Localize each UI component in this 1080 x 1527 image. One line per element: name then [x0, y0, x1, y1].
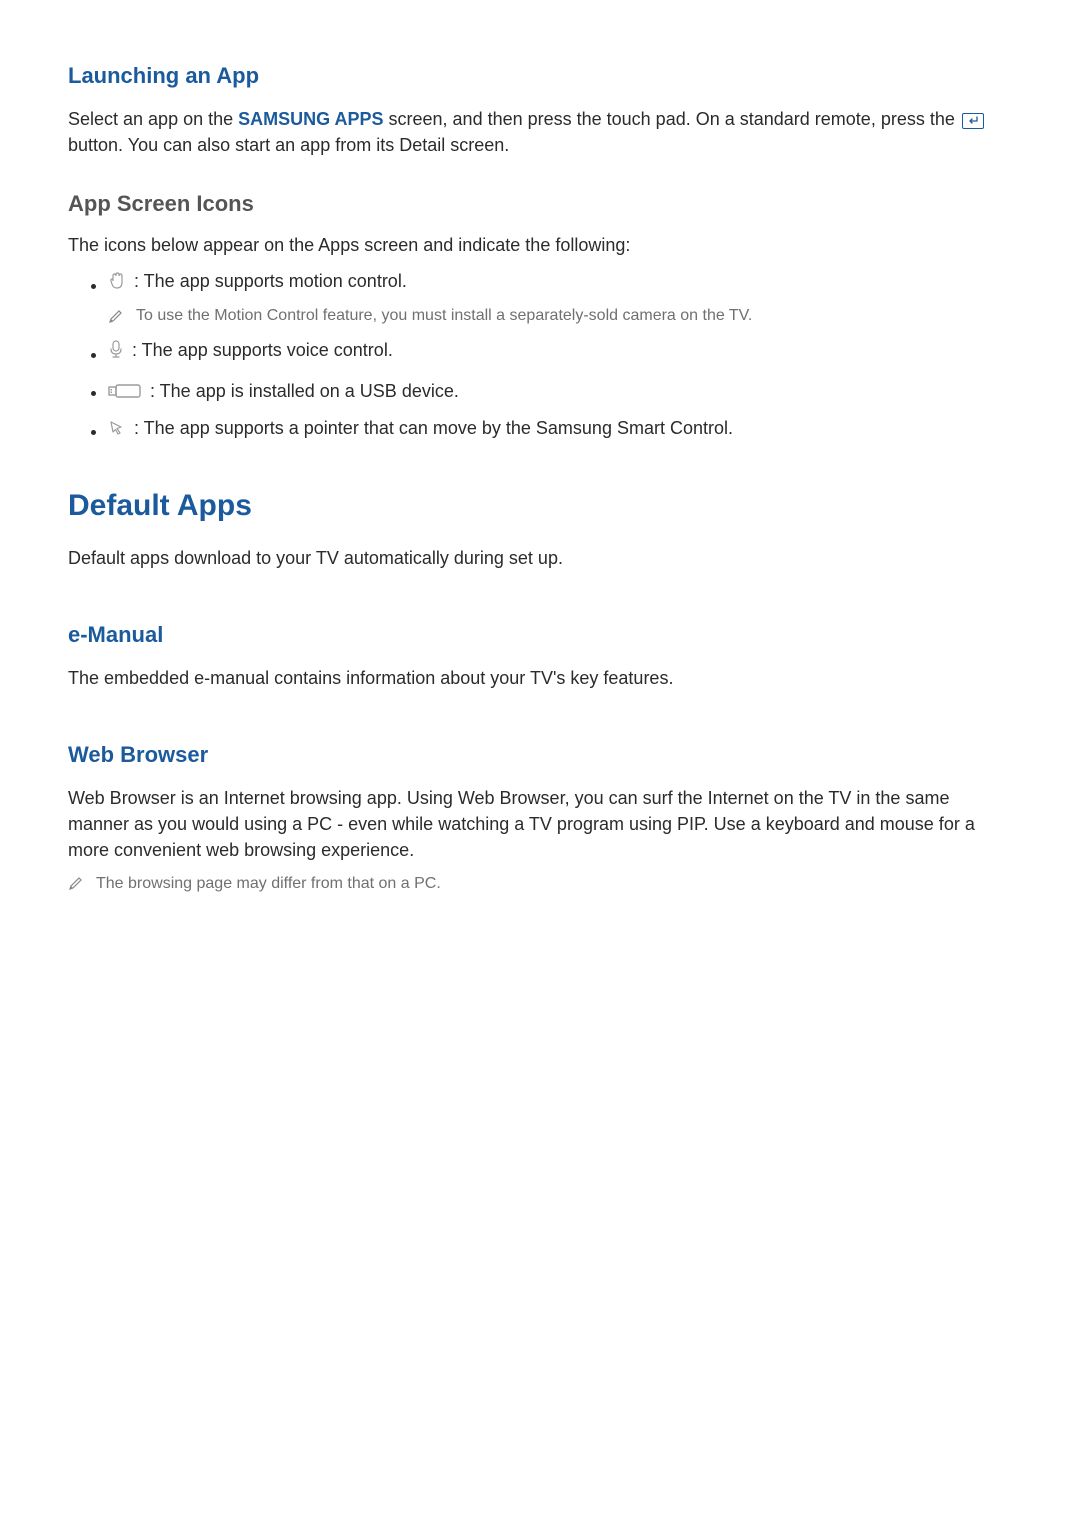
- microphone-icon: [108, 340, 124, 360]
- list-item: : The app supports voice control.: [108, 337, 1012, 367]
- list-item-text: : The app is installed on a USB device.: [150, 378, 459, 404]
- note-motion-camera: To use the Motion Control feature, you m…: [108, 304, 1012, 327]
- heading-default-apps: Default Apps: [68, 484, 1012, 528]
- heading-app-screen-icons: App Screen Icons: [68, 188, 1012, 220]
- app-icon-list: : The app supports motion control. To us…: [68, 268, 1012, 444]
- usb-device-icon: [108, 384, 142, 398]
- note-text: To use the Motion Control feature, you m…: [136, 304, 752, 327]
- paragraph-icons-intro: The icons below appear on the Apps scree…: [68, 232, 1012, 258]
- list-item-text: : The app supports voice control.: [132, 337, 393, 363]
- list-item-text: : The app supports a pointer that can mo…: [134, 415, 733, 441]
- pencil-note-icon: [68, 875, 84, 891]
- note-web-browser: The browsing page may differ from that o…: [68, 872, 1012, 895]
- list-item: : The app supports motion control. To us…: [108, 268, 1012, 327]
- list-item: : The app supports a pointer that can mo…: [108, 415, 1012, 444]
- enter-button-icon: [962, 113, 984, 129]
- pencil-note-icon: [108, 308, 124, 324]
- document-page: Launching an App Select an app on the SA…: [0, 0, 1080, 1527]
- text-fragment: button. You can also start an app from i…: [68, 135, 509, 155]
- text-fragment: screen, and then press the touch pad. On…: [389, 109, 960, 129]
- hand-icon: [108, 271, 126, 291]
- paragraph-web-browser: Web Browser is an Internet browsing app.…: [68, 785, 1012, 863]
- heading-web-browser: Web Browser: [68, 739, 1012, 771]
- samsung-apps-label: SAMSUNG APPS: [238, 109, 383, 129]
- text-fragment: Select an app on the: [68, 109, 238, 129]
- list-item: : The app is installed on a USB device.: [108, 378, 1012, 405]
- paragraph-e-manual: The embedded e-manual contains informati…: [68, 665, 1012, 691]
- pointer-icon: [108, 419, 126, 437]
- paragraph-default-apps: Default apps download to your TV automat…: [68, 545, 1012, 571]
- paragraph-launching: Select an app on the SAMSUNG APPS screen…: [68, 106, 1012, 158]
- list-item-text: : The app supports motion control.: [134, 268, 407, 294]
- note-text: The browsing page may differ from that o…: [96, 872, 441, 895]
- heading-launching-an-app: Launching an App: [68, 60, 1012, 92]
- heading-e-manual: e-Manual: [68, 619, 1012, 651]
